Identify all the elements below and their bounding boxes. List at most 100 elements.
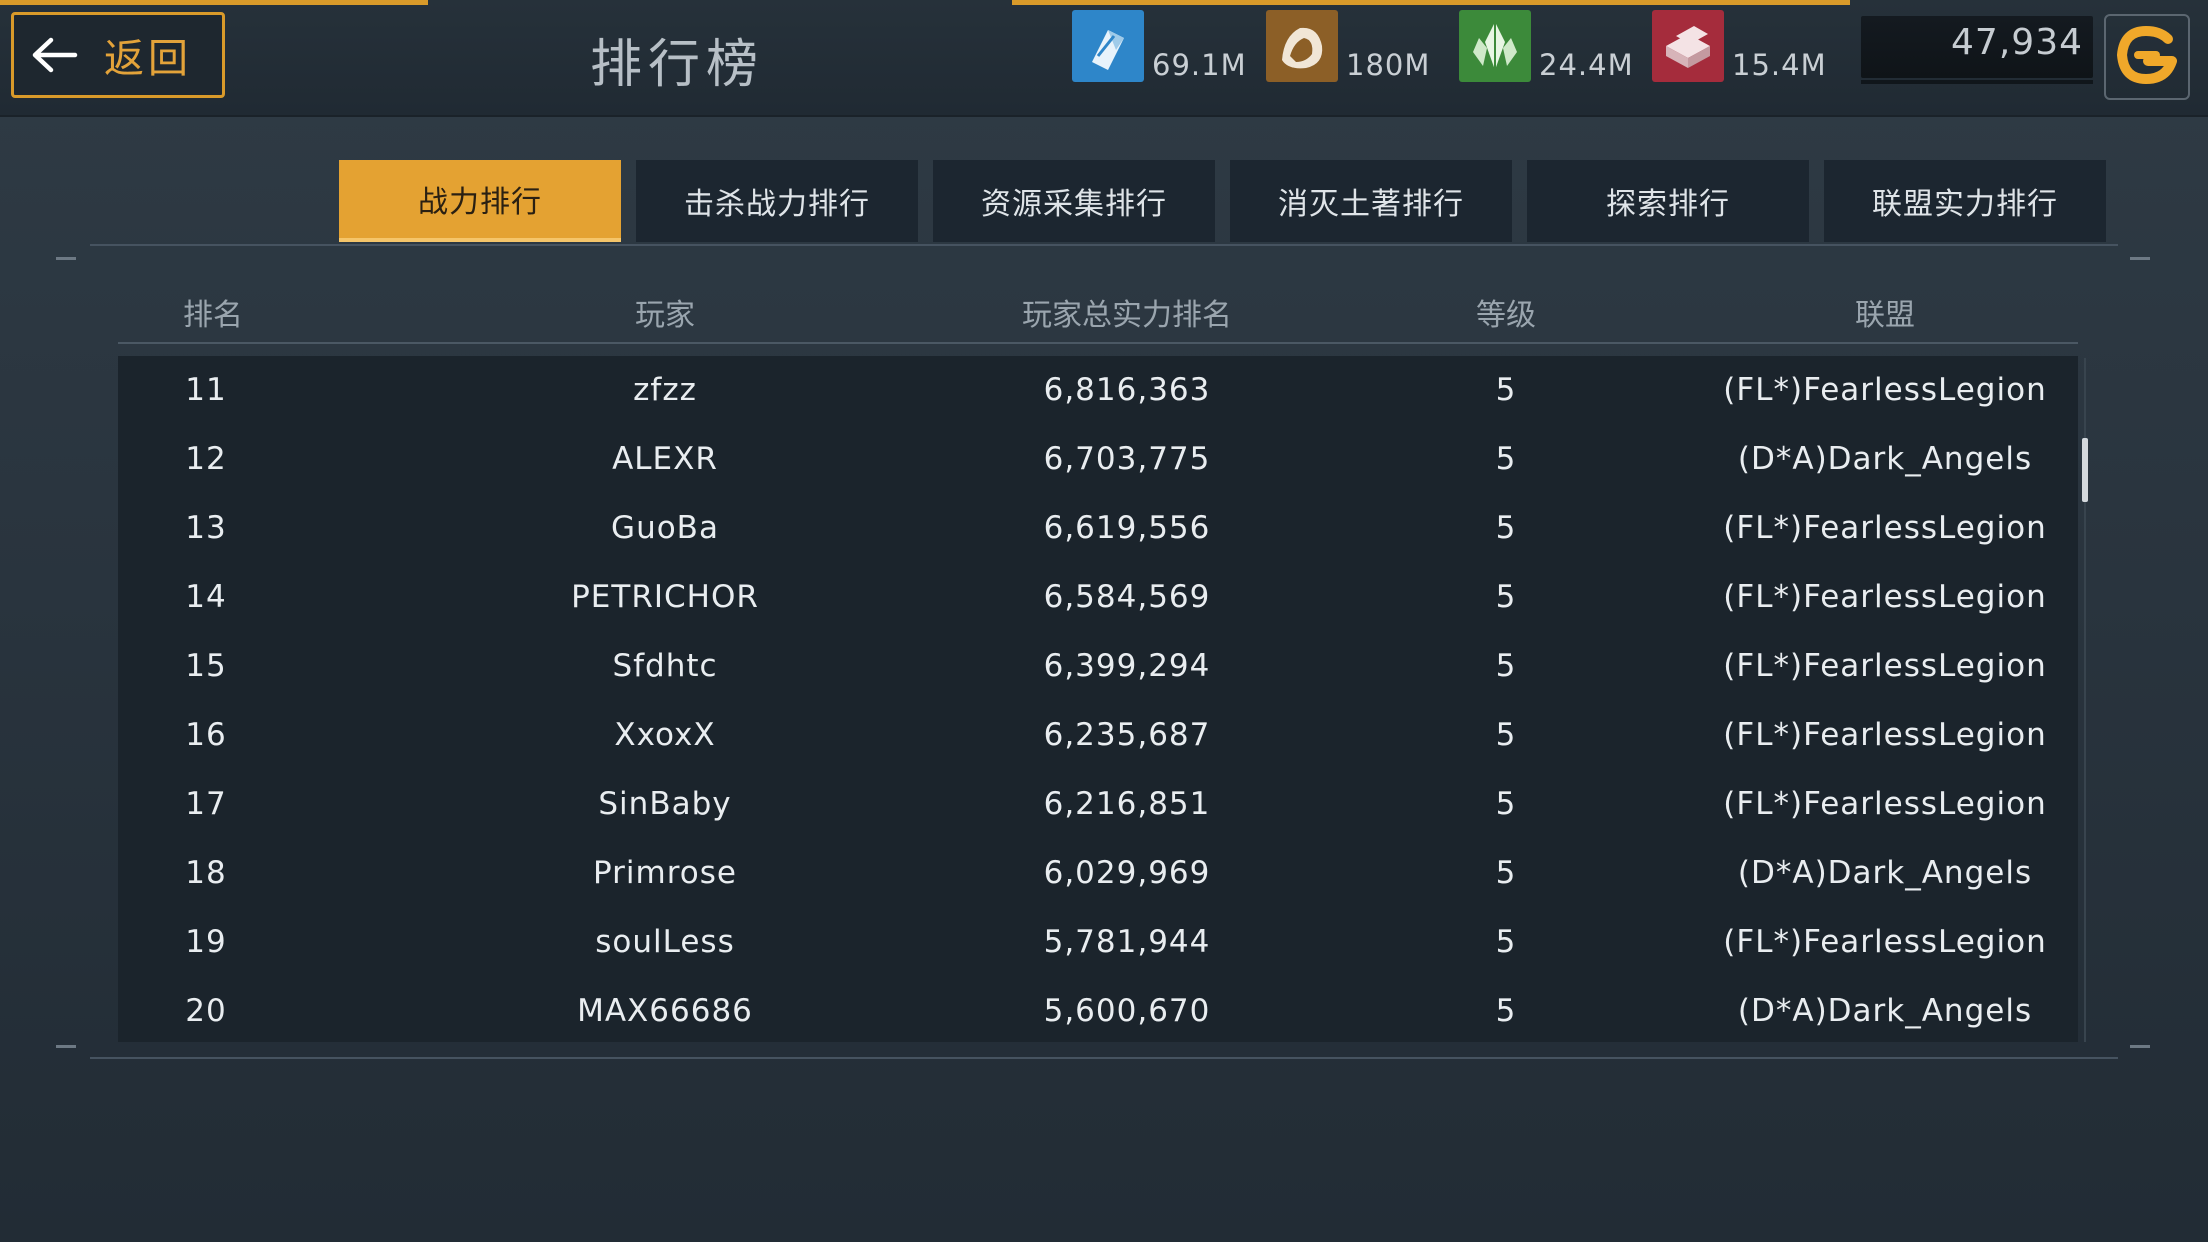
resource-value: 69.1M (1152, 48, 1247, 82)
alliance-cell: (FL*)FearlessLegion (1723, 372, 2047, 408)
alliance-cell: (D*A)Dark_Angels (1737, 855, 2033, 891)
table-row[interactable]: 18 Primrose 6,029,969 5 (D*A)Dark_Angels (118, 839, 2078, 908)
power-cell: 6,029,969 (1043, 855, 1211, 891)
level-cell: 5 (1495, 855, 1517, 891)
table-row[interactable]: 14 PETRICHOR 6,584,569 5 (FL*)FearlessLe… (118, 563, 2078, 632)
player-cell: ALEXR (612, 441, 718, 477)
gold-balance: 47,934 (1861, 16, 2093, 84)
corner-tick (56, 1045, 76, 1048)
player-cell: XxoxX (614, 717, 716, 753)
power-cell: 5,781,944 (1043, 924, 1211, 960)
page-title: 排行榜 (590, 35, 765, 95)
tab-label: 消灭土著排行 (1278, 187, 1464, 222)
table-row[interactable]: 12 ALEXR 6,703,775 5 (D*A)Dark_Angels (118, 425, 2078, 494)
green-crystal-icon (1459, 10, 1531, 82)
top-accent-bar (1012, 0, 1850, 5)
resource-value: 180M (1346, 48, 1431, 82)
ranking-tabs: 战力排行 击杀战力排行 资源采集排行 消灭土著排行 探索排行 联盟实力排行 (339, 160, 2106, 242)
alliance-cell: (FL*)FearlessLegion (1723, 717, 2047, 753)
rank-cell: 15 (185, 648, 227, 684)
ranking-table: 11 zfzz 6,816,363 5 (FL*)FearlessLegion … (118, 356, 2078, 1042)
rank-cell: 17 (185, 786, 227, 822)
table-row[interactable]: 19 soulLess 5,781,944 5 (FL*)FearlessLeg… (118, 908, 2078, 977)
power-cell: 5,600,670 (1043, 993, 1211, 1029)
rank-cell: 13 (185, 510, 227, 546)
resource-alloy[interactable]: 15.4M (1652, 6, 1827, 82)
power-cell: 6,216,851 (1043, 786, 1211, 822)
alliance-cell: (FL*)FearlessLegion (1723, 924, 2047, 960)
alliance-cell: (FL*)FearlessLegion (1723, 510, 2047, 546)
level-cell: 5 (1495, 372, 1517, 408)
arrow-left-icon (28, 35, 82, 75)
resource-iron[interactable]: 69.1M (1072, 6, 1247, 82)
back-button[interactable]: 返回 (11, 12, 225, 98)
resource-stone[interactable]: 180M (1266, 6, 1430, 82)
table-header: 排名 玩家 玩家总实力排名 等级 联盟 (118, 282, 2078, 344)
corner-tick (2130, 1045, 2150, 1048)
resource-crystal[interactable]: 24.4M (1459, 6, 1634, 82)
add-gold-button[interactable] (2104, 14, 2190, 100)
table-row[interactable]: 15 Sfdhtc 6,399,294 5 (FL*)FearlessLegio… (118, 632, 2078, 701)
column-header-total-power: 玩家总实力排名 (1022, 298, 1232, 333)
tab-natives-eliminated-ranking[interactable]: 消灭土著排行 (1230, 160, 1512, 242)
alliance-cell: (D*A)Dark_Angels (1737, 441, 2033, 477)
alliance-cell: (FL*)FearlessLegion (1723, 648, 2047, 684)
player-cell: Primrose (593, 855, 737, 891)
divider (90, 244, 2118, 246)
rank-cell: 20 (185, 993, 227, 1029)
player-cell: PETRICHOR (571, 579, 759, 615)
top-bar: 返回 排行榜 69.1M 180M 24.4M 15.4M 47,934 (0, 0, 2208, 117)
crystal-shard-icon (1072, 10, 1144, 82)
player-cell: GuoBa (611, 510, 719, 546)
top-accent-bar (0, 0, 428, 5)
metal-ingot-icon (1652, 10, 1724, 82)
tab-kill-power-ranking[interactable]: 击杀战力排行 (636, 160, 918, 242)
power-cell: 6,399,294 (1043, 648, 1211, 684)
power-cell: 6,235,687 (1043, 717, 1211, 753)
level-cell: 5 (1495, 441, 1517, 477)
power-cell: 6,584,569 (1043, 579, 1211, 615)
alliance-cell: (FL*)FearlessLegion (1723, 579, 2047, 615)
rank-cell: 12 (185, 441, 227, 477)
tab-label: 击杀战力排行 (684, 187, 870, 222)
tab-alliance-power-ranking[interactable]: 联盟实力排行 (1824, 160, 2106, 242)
tab-exploration-ranking[interactable]: 探索排行 (1527, 160, 1809, 242)
player-cell: SinBaby (598, 786, 732, 822)
table-row[interactable]: 11 zfzz 6,816,363 5 (FL*)FearlessLegion (118, 356, 2078, 425)
column-header-rank: 排名 (183, 298, 243, 333)
table-row[interactable]: 20 MAX66686 5,600,670 5 (D*A)Dark_Angels (118, 977, 2078, 1046)
tab-label: 战力排行 (418, 185, 542, 220)
rank-cell: 11 (185, 372, 227, 408)
tab-resource-gathering-ranking[interactable]: 资源采集排行 (933, 160, 1215, 242)
power-cell: 6,619,556 (1043, 510, 1211, 546)
tab-label: 探索排行 (1606, 187, 1730, 222)
column-header-level: 等级 (1476, 298, 1536, 333)
gold-value: 47,934 (1951, 22, 2083, 63)
rank-cell: 16 (185, 717, 227, 753)
power-cell: 6,816,363 (1043, 372, 1211, 408)
scrollbar-thumb[interactable] (2082, 438, 2088, 502)
column-header-alliance: 联盟 (1855, 298, 1915, 333)
corner-tick (56, 257, 76, 260)
alliance-cell: (D*A)Dark_Angels (1737, 993, 2033, 1029)
table-row[interactable]: 13 GuoBa 6,619,556 5 (FL*)FearlessLegion (118, 494, 2078, 563)
corner-tick (2130, 257, 2150, 260)
level-cell: 5 (1495, 510, 1517, 546)
player-cell: MAX66686 (577, 993, 753, 1029)
player-cell: Sfdhtc (612, 648, 718, 684)
tab-label: 联盟实力排行 (1872, 187, 2058, 222)
player-cell: zfzz (633, 372, 697, 408)
level-cell: 5 (1495, 924, 1517, 960)
ore-rock-icon (1266, 10, 1338, 82)
player-cell: soulLess (595, 924, 735, 960)
level-cell: 5 (1495, 717, 1517, 753)
back-label: 返回 (104, 36, 192, 82)
resource-value: 24.4M (1539, 48, 1634, 82)
column-header-player: 玩家 (635, 298, 695, 333)
add-gold-icon (2112, 25, 2182, 89)
resource-value: 15.4M (1732, 48, 1827, 82)
table-row[interactable]: 17 SinBaby 6,216,851 5 (FL*)FearlessLegi… (118, 770, 2078, 839)
table-row[interactable]: 16 XxoxX 6,235,687 5 (FL*)FearlessLegion (118, 701, 2078, 770)
tab-power-ranking[interactable]: 战力排行 (339, 160, 621, 242)
rank-cell: 14 (185, 579, 227, 615)
